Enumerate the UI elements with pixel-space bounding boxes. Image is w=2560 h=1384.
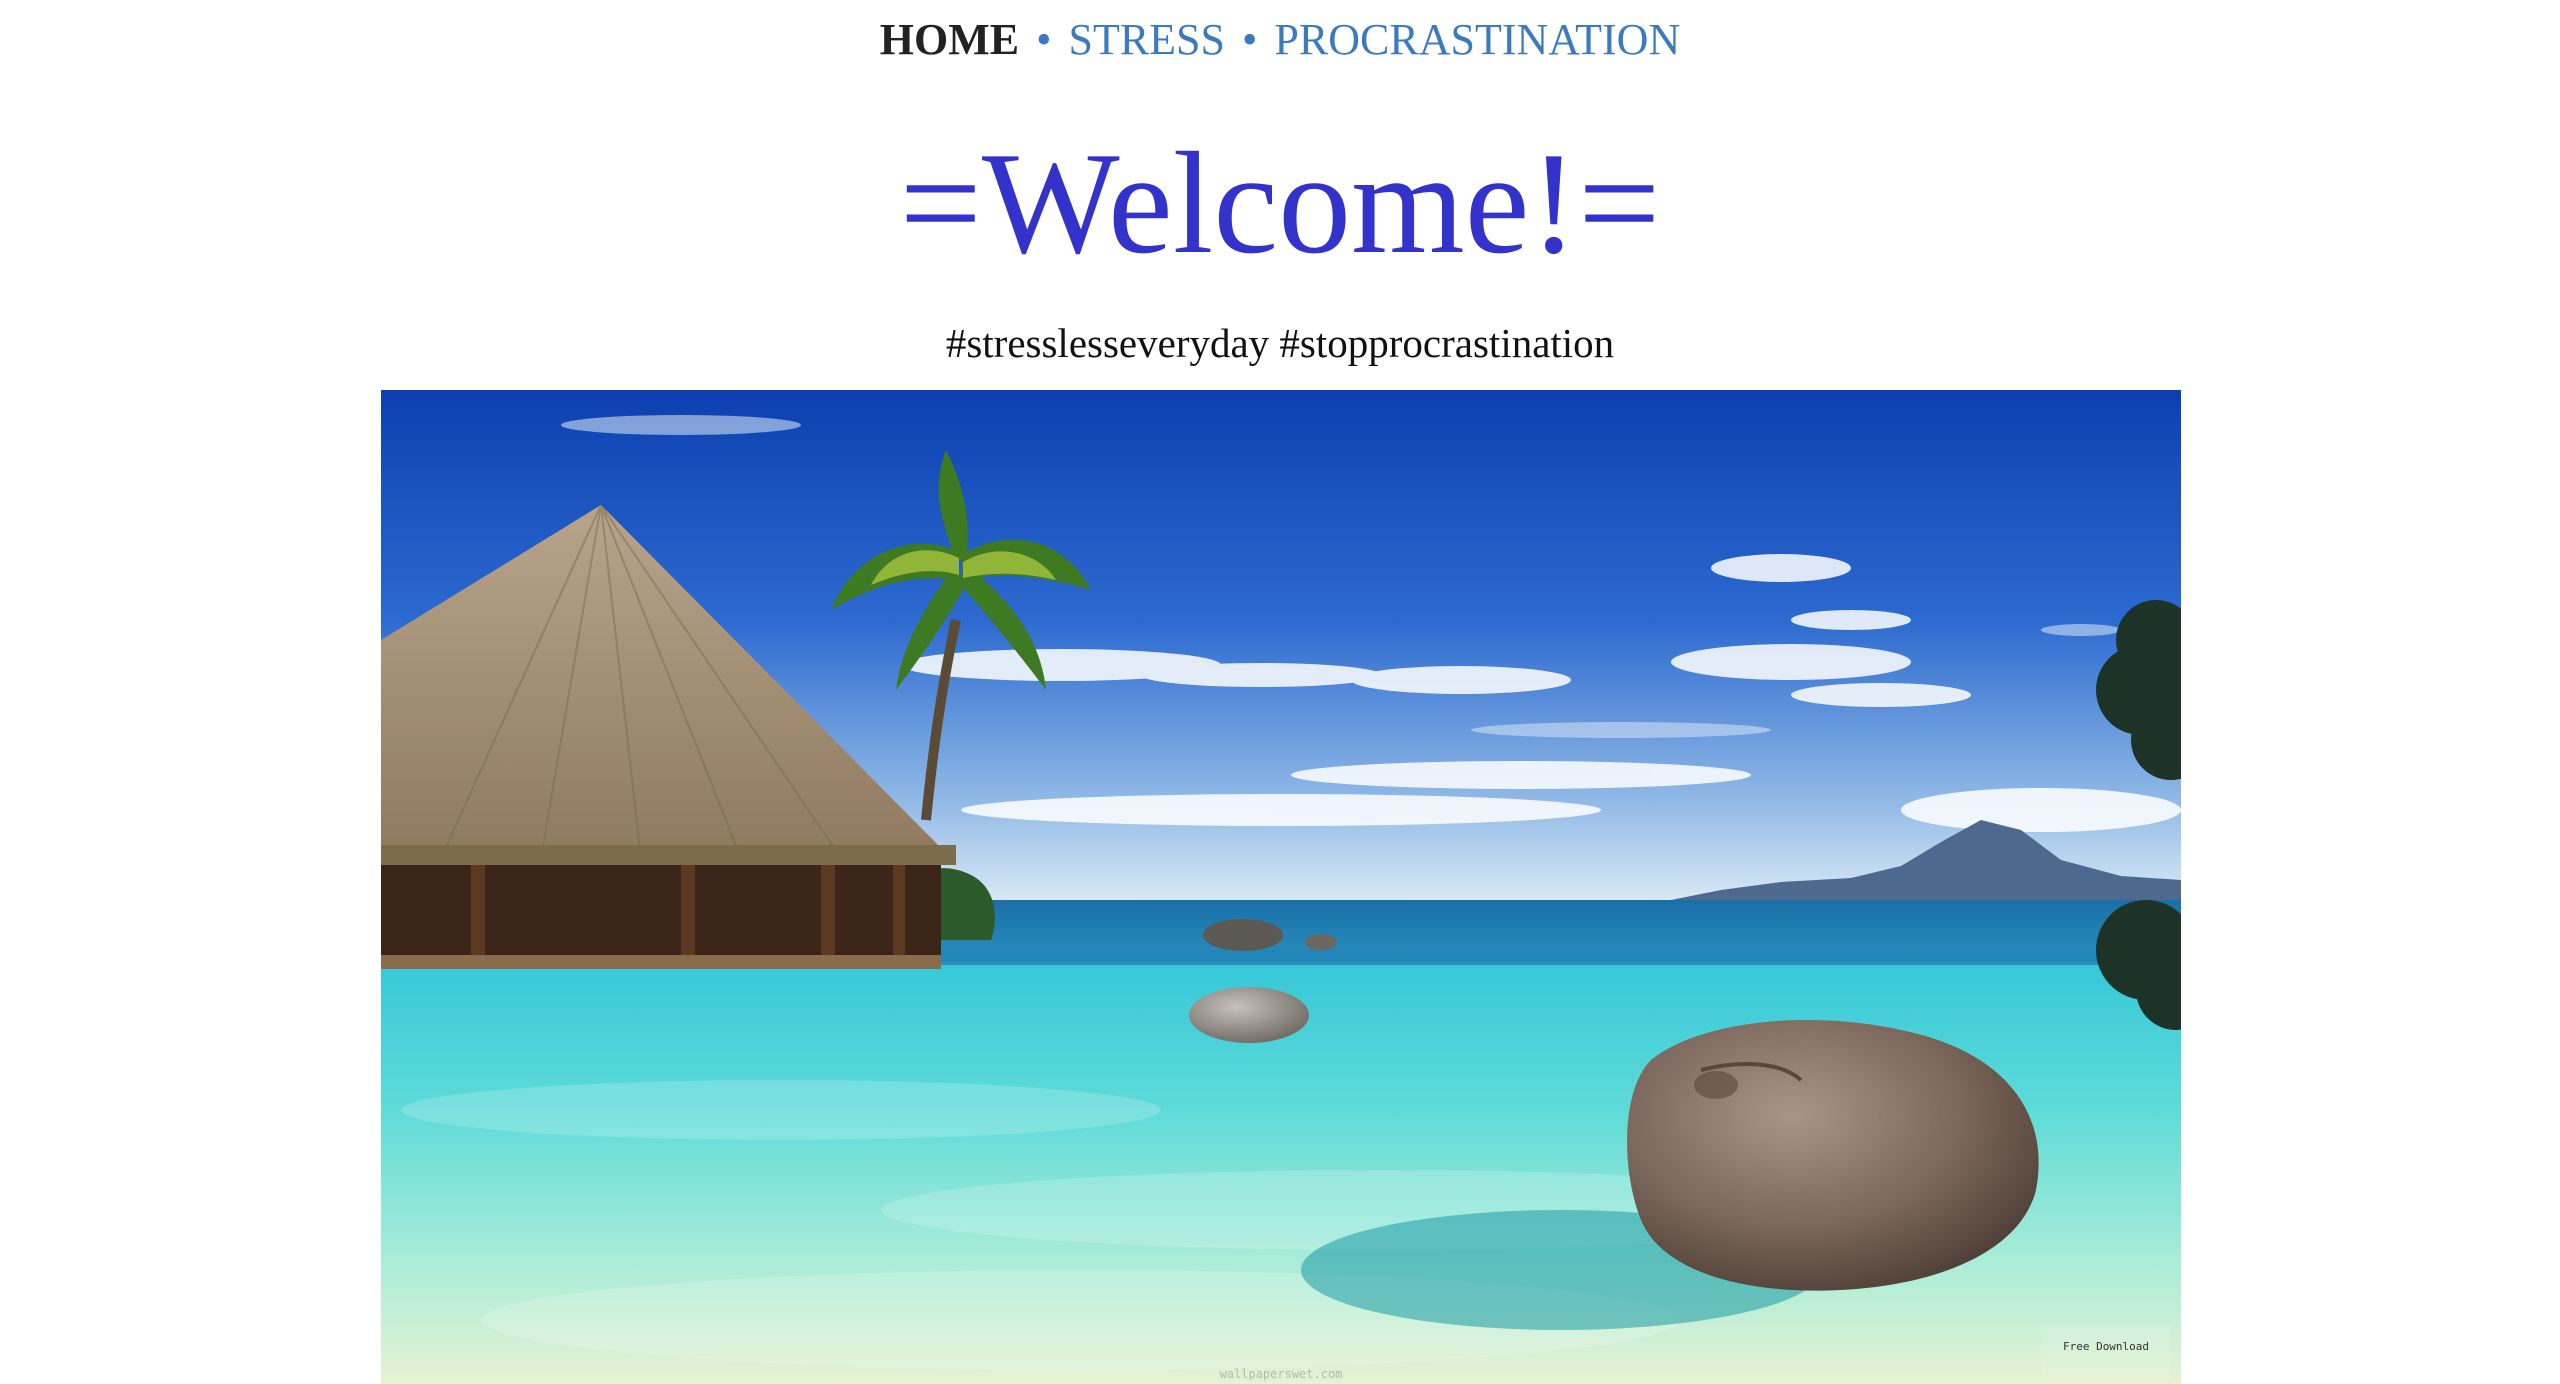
- center-watermark: wallpaperswet.com: [1220, 1367, 1343, 1381]
- corner-watermark: Free Download: [2063, 1340, 2149, 1353]
- hero-image: Free Download wallpaperswet.com: [381, 390, 2181, 1384]
- page-title: =Welcome!=: [899, 122, 1661, 284]
- nav-stress-link[interactable]: STRESS: [1068, 15, 1225, 64]
- nav-procrastination-link[interactable]: PROCRASTINATION: [1274, 15, 1680, 64]
- nav-separator: •: [1036, 15, 1052, 64]
- hashtag-tagline: #stresslesseveryday #stopprocrastination: [945, 320, 1615, 366]
- page: HOME • STRESS • PROCRASTINATION =Welcome…: [0, 0, 2560, 1384]
- nav-separator: •: [1242, 15, 1258, 64]
- beach-resort-picture: Free Download wallpaperswet.com: [381, 390, 2181, 1384]
- top-nav: HOME • STRESS • PROCRASTINATION: [0, 8, 2560, 72]
- nav-home-link[interactable]: HOME: [880, 15, 1019, 64]
